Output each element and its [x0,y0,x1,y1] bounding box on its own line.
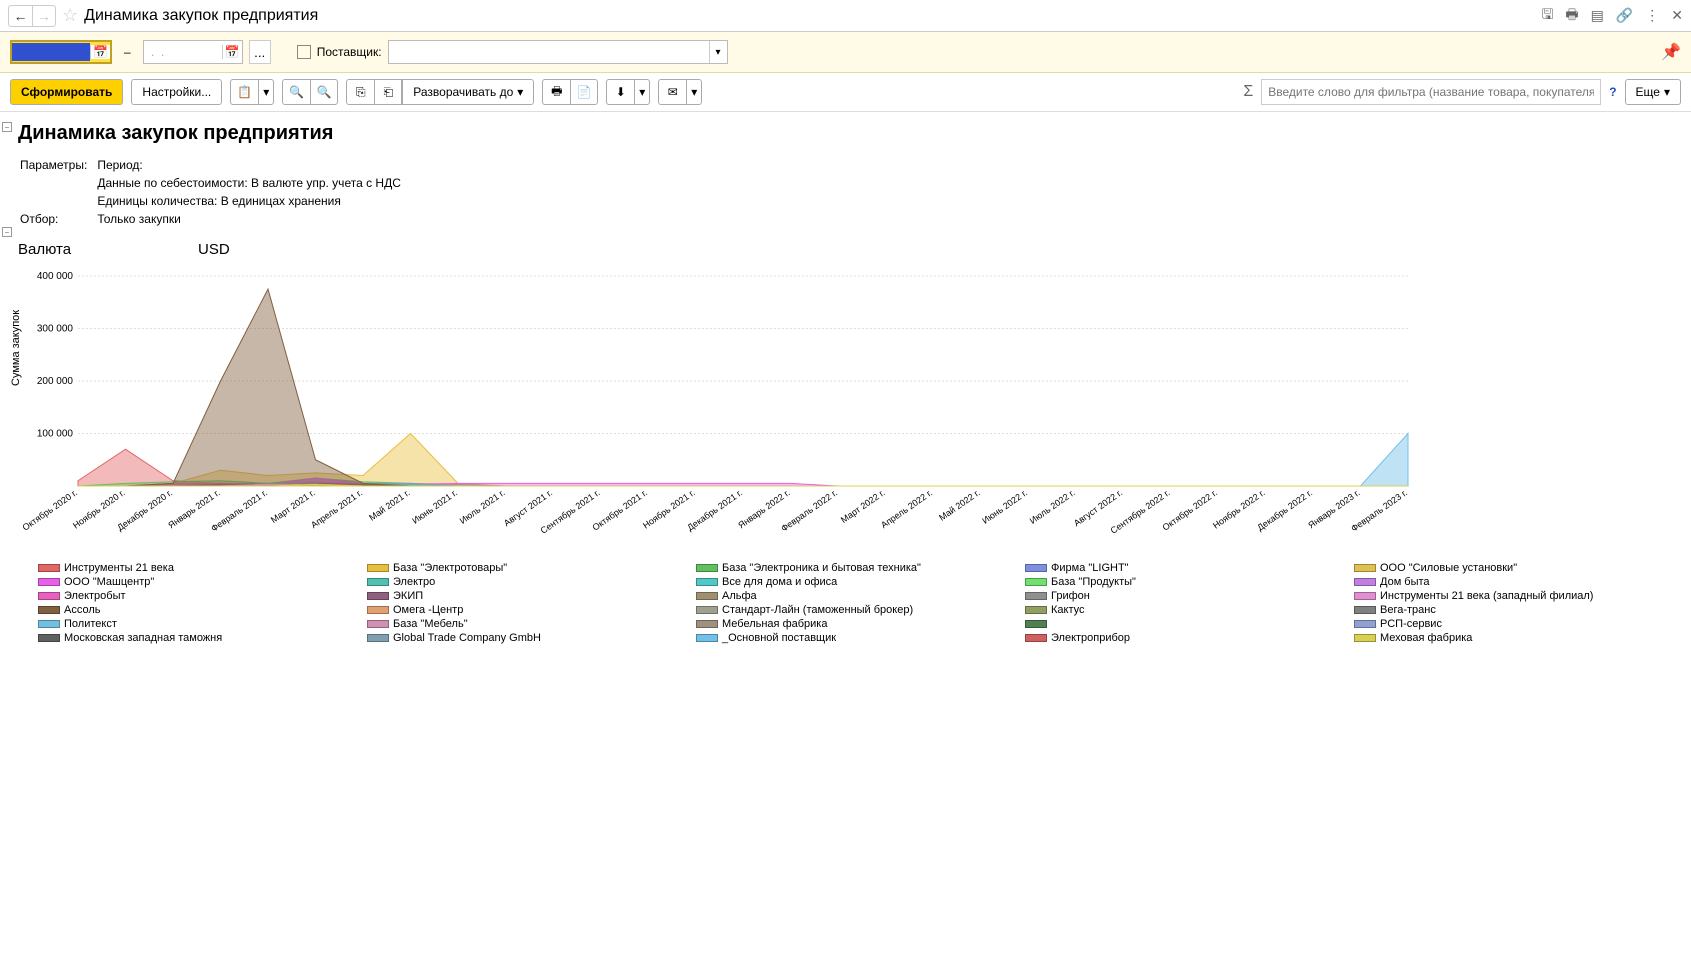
legend-item: Электроприбор [1025,632,1344,644]
legend-item: Грифон [1025,590,1344,602]
svg-text:400 000: 400 000 [37,271,74,282]
collapse-toggle[interactable]: − [2,122,12,132]
back-button[interactable]: ← [8,5,32,27]
legend-item: Омега -Центр [367,604,686,616]
legend-item: Ассоль [38,604,357,616]
svg-text:Май 2022 г.: Май 2022 г. [937,487,982,522]
legend-item: ООО "Машцентр" [38,576,357,588]
chart: Сумма закупок 100 000200 000300 000400 0… [18,266,1673,644]
svg-text:Июль 2022 г.: Июль 2022 г. [1028,487,1077,525]
form-button[interactable]: Сформировать [10,79,123,105]
filter-word-input[interactable] [1261,79,1601,105]
date-to-input[interactable] [144,43,222,61]
currency-value: USD [198,241,230,258]
close-icon[interactable]: ✕ [1671,7,1683,24]
legend-item: База "Продукты" [1025,576,1344,588]
legend-item: Инструменты 21 века [38,562,357,574]
legend-item: Альфа [696,590,1015,602]
page-title: Динамика закупок предприятия [84,7,1541,25]
legend-item: Фирма "LIGHT" [1025,562,1344,574]
legend-item: Стандарт-Лайн (таможенный брокер) [696,604,1015,616]
mail-button[interactable]: ✉ [658,79,686,105]
svg-text:Апрель 2021 г.: Апрель 2021 г. [309,487,364,530]
search-button[interactable]: 🔍 [282,79,310,105]
supplier-checkbox[interactable] [297,45,311,59]
legend-item: ЭКИП [367,590,686,602]
collapse-button[interactable]: ⎗ [374,79,402,105]
svg-text:Июнь 2022 г.: Июнь 2022 г. [980,487,1029,525]
legend-item: База "Электротовары" [367,562,686,574]
date-separator: – [124,45,131,59]
save-icon[interactable]: 🖫 [1541,4,1553,28]
print-button[interactable]: 🖶 [542,79,570,105]
svg-text:300 000: 300 000 [37,324,74,335]
date-from-field[interactable]: 📅 [10,40,112,64]
save-dropdown[interactable]: ▾ [634,79,650,105]
variants-dropdown[interactable]: ▾ [258,79,274,105]
collapse-toggle[interactable]: − [2,227,12,237]
currency-label: Валюта [18,241,198,258]
svg-text:Май 2021 г.: Май 2021 г. [367,487,412,522]
report-title: Динамика закупок предприятия [18,122,1673,145]
legend-item: ООО "Силовые установки" [1354,562,1673,574]
svg-text:200 000: 200 000 [37,376,74,387]
expand-button[interactable]: ⎘ [346,79,374,105]
legend-item [1025,618,1344,630]
period-picker-button[interactable]: ... [249,40,271,64]
svg-text:Март 2022 г.: Март 2022 г. [839,487,887,525]
settings-button[interactable]: Настройки... [131,79,222,105]
supplier-input[interactable] [389,41,709,63]
legend-item: Инструменты 21 века (западный филиал) [1354,590,1673,602]
variants-button[interactable]: 📋 [230,79,258,105]
svg-text:Июль 2021 г.: Июль 2021 г. [458,487,507,525]
pin-icon[interactable]: 📌 [1661,42,1681,62]
report-params: Параметры:Период: Данные по себестоимост… [18,155,411,229]
svg-text:Октябрь 2020 г.: Октябрь 2020 г. [20,487,79,532]
svg-text:Март 2021 г.: Март 2021 г. [269,487,317,525]
sum-icon[interactable]: Σ [1243,83,1253,101]
legend-item: РСП-сервис [1354,618,1673,630]
legend-item: Кактус [1025,604,1344,616]
legend-item: Электробыт [38,590,357,602]
legend-item: Все для дома и офиса [696,576,1015,588]
more-icon[interactable]: ⋮ [1645,7,1659,24]
legend-item: Вега-транс [1354,604,1673,616]
calendar-icon[interactable]: 📅 [222,45,242,59]
legend-item: _Основной поставщик [696,632,1015,644]
date-from-input[interactable] [12,43,90,61]
favorite-icon[interactable]: ☆ [62,5,78,26]
svg-text:Апрель 2022 г.: Апрель 2022 г. [879,487,934,530]
chart-ylabel: Сумма закупок [10,310,22,386]
chevron-down-icon[interactable]: ▾ [709,41,727,63]
more-button[interactable]: Еще ▾ [1625,79,1681,105]
report-icon[interactable]: ▤ [1591,7,1604,24]
date-to-field[interactable]: 📅 [143,40,243,64]
legend-item: Электро [367,576,686,588]
svg-text:Июнь 2021 г.: Июнь 2021 г. [410,487,459,525]
legend-item: Мебельная фабрика [696,618,1015,630]
legend-item: База "Мебель" [367,618,686,630]
forward-button[interactable]: → [32,5,56,27]
preview-button[interactable]: 📄 [570,79,598,105]
expand-to-button[interactable]: Разворачивать до ▾ [402,79,534,105]
supplier-label: Поставщик: [317,45,382,59]
help-icon[interactable]: ? [1609,85,1616,99]
mail-dropdown[interactable]: ▾ [686,79,702,105]
search-next-button[interactable]: 🔍 [310,79,338,105]
legend-item: Global Trade Company GmbH [367,632,686,644]
legend-item: Московская западная таможня [38,632,357,644]
calendar-icon[interactable]: 📅 [90,45,110,59]
legend-item: Политекст [38,618,357,630]
svg-text:100 000: 100 000 [37,429,74,440]
print-icon[interactable]: 🖶 [1565,4,1578,28]
save-button[interactable]: ⬇ [606,79,634,105]
legend-item: Дом быта [1354,576,1673,588]
legend-item: Меховая фабрика [1354,632,1673,644]
legend-item: База "Электроника и бытовая техника" [696,562,1015,574]
link-icon[interactable]: 🔗 [1616,7,1633,24]
